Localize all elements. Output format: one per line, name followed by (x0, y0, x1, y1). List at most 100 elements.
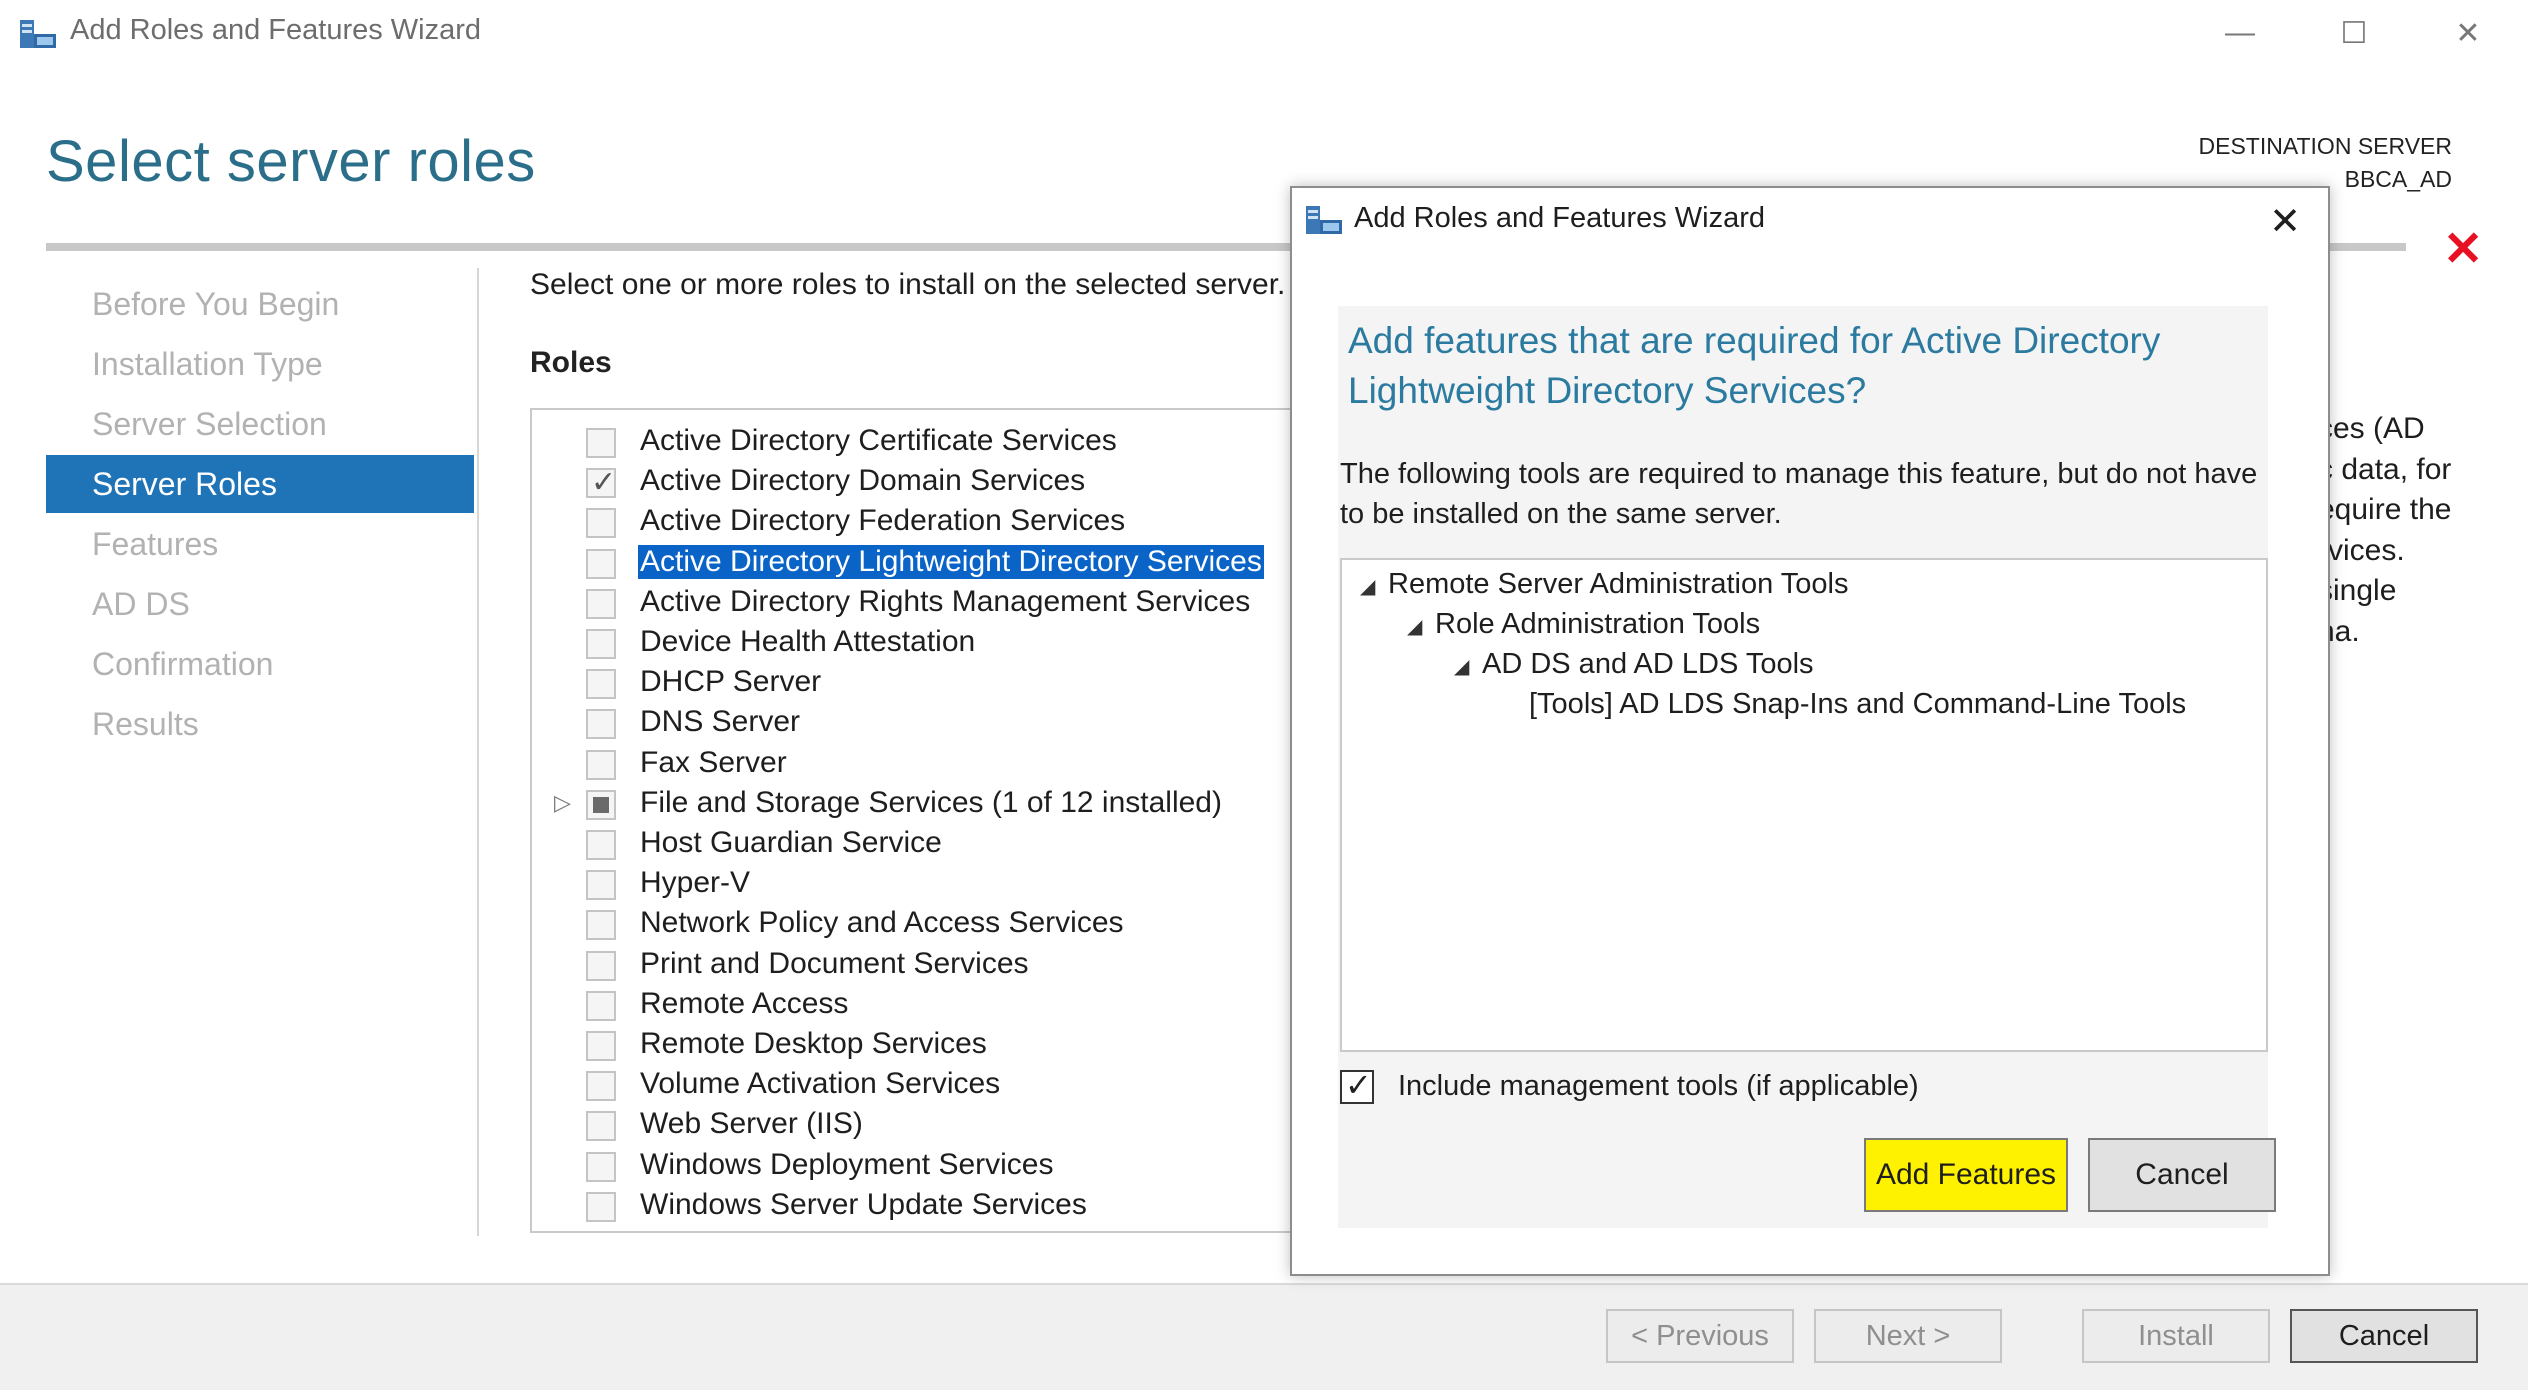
tree-node[interactable]: ◢ AD DS and AD LDS Tools (1454, 648, 1814, 681)
role-label[interactable]: Windows Deployment Services (638, 1148, 1055, 1182)
nav-item-server-roles[interactable]: Server Roles (46, 455, 474, 513)
role-checkbox[interactable] (586, 465, 616, 500)
role-row[interactable]: ▷ File and Storage Services (1 of 12 inst… (532, 784, 1308, 824)
role-label[interactable]: Remote Access (638, 987, 850, 1021)
role-label[interactable]: Device Health Attestation (638, 625, 977, 659)
role-checkbox[interactable] (586, 1151, 616, 1182)
role-label[interactable]: Hyper-V (638, 866, 752, 900)
red-x-icon[interactable]: ✕ (2443, 226, 2483, 274)
collapse-arrow-icon[interactable]: ◢ (1454, 654, 1482, 679)
required-features-tree[interactable]: ◢ Remote Server Administration Tools ◢ Role… (1340, 558, 2268, 1052)
role-row[interactable]: Hyper-V (532, 864, 1308, 904)
role-row[interactable]: Print and Document Services (532, 945, 1308, 985)
role-label[interactable]: Print and Document Services (638, 947, 1031, 981)
description-fragment: equire the (2318, 493, 2452, 526)
role-label[interactable]: Volume Activation Services (638, 1067, 1002, 1101)
role-row[interactable]: Windows Server Update Services (532, 1186, 1308, 1226)
role-checkbox[interactable] (586, 1031, 616, 1061)
role-label[interactable]: File and Storage Services (1 of 12 insta… (638, 786, 1224, 820)
role-checkbox[interactable] (586, 830, 616, 860)
nav-item-before-you-begin[interactable]: Before You Begin (46, 275, 474, 333)
include-management-tools-checkbox[interactable] (1340, 1066, 1374, 1104)
nav-item-results[interactable]: Results (46, 695, 474, 753)
role-checkbox[interactable] (586, 1191, 616, 1222)
close-button[interactable]: ✕ (2428, 6, 2508, 60)
role-label[interactable]: Windows Server Update Services (638, 1188, 1089, 1222)
install-button[interactable]: Install (2082, 1309, 2270, 1363)
roles-list[interactable]: Active Directory Certificate Services Act… (530, 408, 1310, 1233)
tree-node-label: AD DS and AD LDS Tools (1482, 648, 1814, 680)
role-row[interactable]: DNS Server (532, 703, 1308, 743)
tree-node[interactable]: [Tools] AD LDS Snap-Ins and Command-Line… (1501, 688, 2186, 721)
expand-arrow-icon[interactable]: ▷ (554, 790, 571, 816)
include-management-tools-label[interactable]: Include management tools (if applicable) (1398, 1070, 1919, 1103)
minimize-icon: — (2225, 16, 2255, 49)
next-button[interactable]: Next > (1814, 1309, 2002, 1363)
nav-item-installation-type[interactable]: Installation Type (46, 335, 474, 393)
role-checkbox[interactable] (586, 870, 616, 901)
nav-item-confirmation[interactable]: Confirmation (46, 635, 474, 693)
role-row[interactable]: Active Directory Lightweight Directory S… (532, 543, 1308, 583)
role-label[interactable]: Fax Server (638, 746, 789, 780)
role-checkbox[interactable] (586, 588, 616, 619)
role-label[interactable]: DNS Server (638, 705, 802, 739)
role-label[interactable]: Web Server (IIS) (638, 1107, 865, 1141)
role-row[interactable]: Active Directory Rights Management Servi… (532, 583, 1308, 623)
role-checkbox[interactable] (586, 990, 616, 1021)
role-checkbox[interactable] (586, 789, 616, 820)
server-manager-icon (20, 20, 56, 48)
nav-item-server-selection[interactable]: Server Selection (46, 395, 474, 453)
role-label[interactable]: Active Directory Lightweight Directory S… (637, 543, 1265, 580)
role-checkbox[interactable] (586, 709, 616, 740)
role-checkbox[interactable] (586, 950, 616, 981)
destination-server-name: BBCA_AD (2344, 166, 2452, 192)
role-checkbox[interactable] (586, 548, 616, 579)
role-row[interactable]: Active Directory Domain Services (532, 462, 1308, 502)
cancel-button[interactable]: Cancel (2290, 1309, 2478, 1363)
nav-item-ad-ds[interactable]: AD DS (46, 575, 474, 633)
role-checkbox[interactable] (586, 749, 616, 780)
role-checkbox[interactable] (586, 1071, 616, 1102)
role-checkbox[interactable] (586, 669, 616, 700)
maximize-button[interactable]: ☐ (2314, 6, 2394, 60)
role-checkbox[interactable] (586, 508, 616, 539)
role-checkbox[interactable] (586, 629, 616, 659)
role-label[interactable]: Network Policy and Access Services (638, 906, 1126, 940)
tree-node-label: Role Administration Tools (1435, 608, 1761, 640)
collapse-arrow-icon[interactable]: ◢ (1407, 614, 1435, 639)
role-label[interactable]: Active Directory Rights Management Servi… (638, 585, 1252, 619)
role-row[interactable]: Web Server (IIS) (532, 1105, 1308, 1145)
collapse-arrow-icon[interactable]: ◢ (1360, 574, 1388, 599)
role-row[interactable]: Active Directory Federation Services (532, 502, 1308, 542)
role-row[interactable]: Remote Desktop Services (532, 1025, 1308, 1065)
instruction-text: Select one or more roles to install on t… (530, 268, 1286, 301)
role-row[interactable]: Windows Deployment Services (532, 1146, 1308, 1186)
role-row[interactable]: Active Directory Certificate Services (532, 422, 1308, 462)
role-checkbox[interactable] (586, 910, 616, 941)
dialog-heading: Add features that are required for Activ… (1348, 320, 2161, 411)
role-row[interactable]: Host Guardian Service (532, 824, 1308, 864)
role-label[interactable]: DHCP Server (638, 665, 823, 699)
role-label[interactable]: Active Directory Federation Services (638, 504, 1127, 538)
add-features-button[interactable]: Add Features (1864, 1138, 2068, 1212)
previous-button[interactable]: < Previous (1606, 1309, 1794, 1363)
nav-item-features[interactable]: Features (46, 515, 474, 573)
role-row[interactable]: Volume Activation Services (532, 1065, 1308, 1105)
title-bar: Add Roles and Features Wizard — ☐ ✕ (0, 0, 2528, 66)
tree-node[interactable]: ◢ Remote Server Administration Tools (1360, 568, 1848, 601)
role-label[interactable]: Active Directory Domain Services (638, 464, 1087, 498)
role-checkbox[interactable] (586, 428, 616, 458)
role-row[interactable]: Network Policy and Access Services (532, 904, 1308, 944)
tree-node[interactable]: ◢ Role Administration Tools (1407, 608, 1760, 641)
role-label[interactable]: Remote Desktop Services (638, 1027, 989, 1061)
role-row[interactable]: Fax Server (532, 744, 1308, 784)
role-label[interactable]: Active Directory Certificate Services (638, 424, 1119, 458)
role-row[interactable]: DHCP Server (532, 663, 1308, 703)
role-row[interactable]: Remote Access (532, 985, 1308, 1025)
role-row[interactable]: Device Health Attestation (532, 623, 1308, 663)
role-checkbox[interactable] (586, 1111, 616, 1142)
minimize-button[interactable]: — (2200, 6, 2280, 60)
dialog-close-button[interactable]: ✕ (2260, 196, 2310, 246)
role-label[interactable]: Host Guardian Service (638, 826, 944, 860)
dialog-cancel-button[interactable]: Cancel (2088, 1138, 2276, 1212)
